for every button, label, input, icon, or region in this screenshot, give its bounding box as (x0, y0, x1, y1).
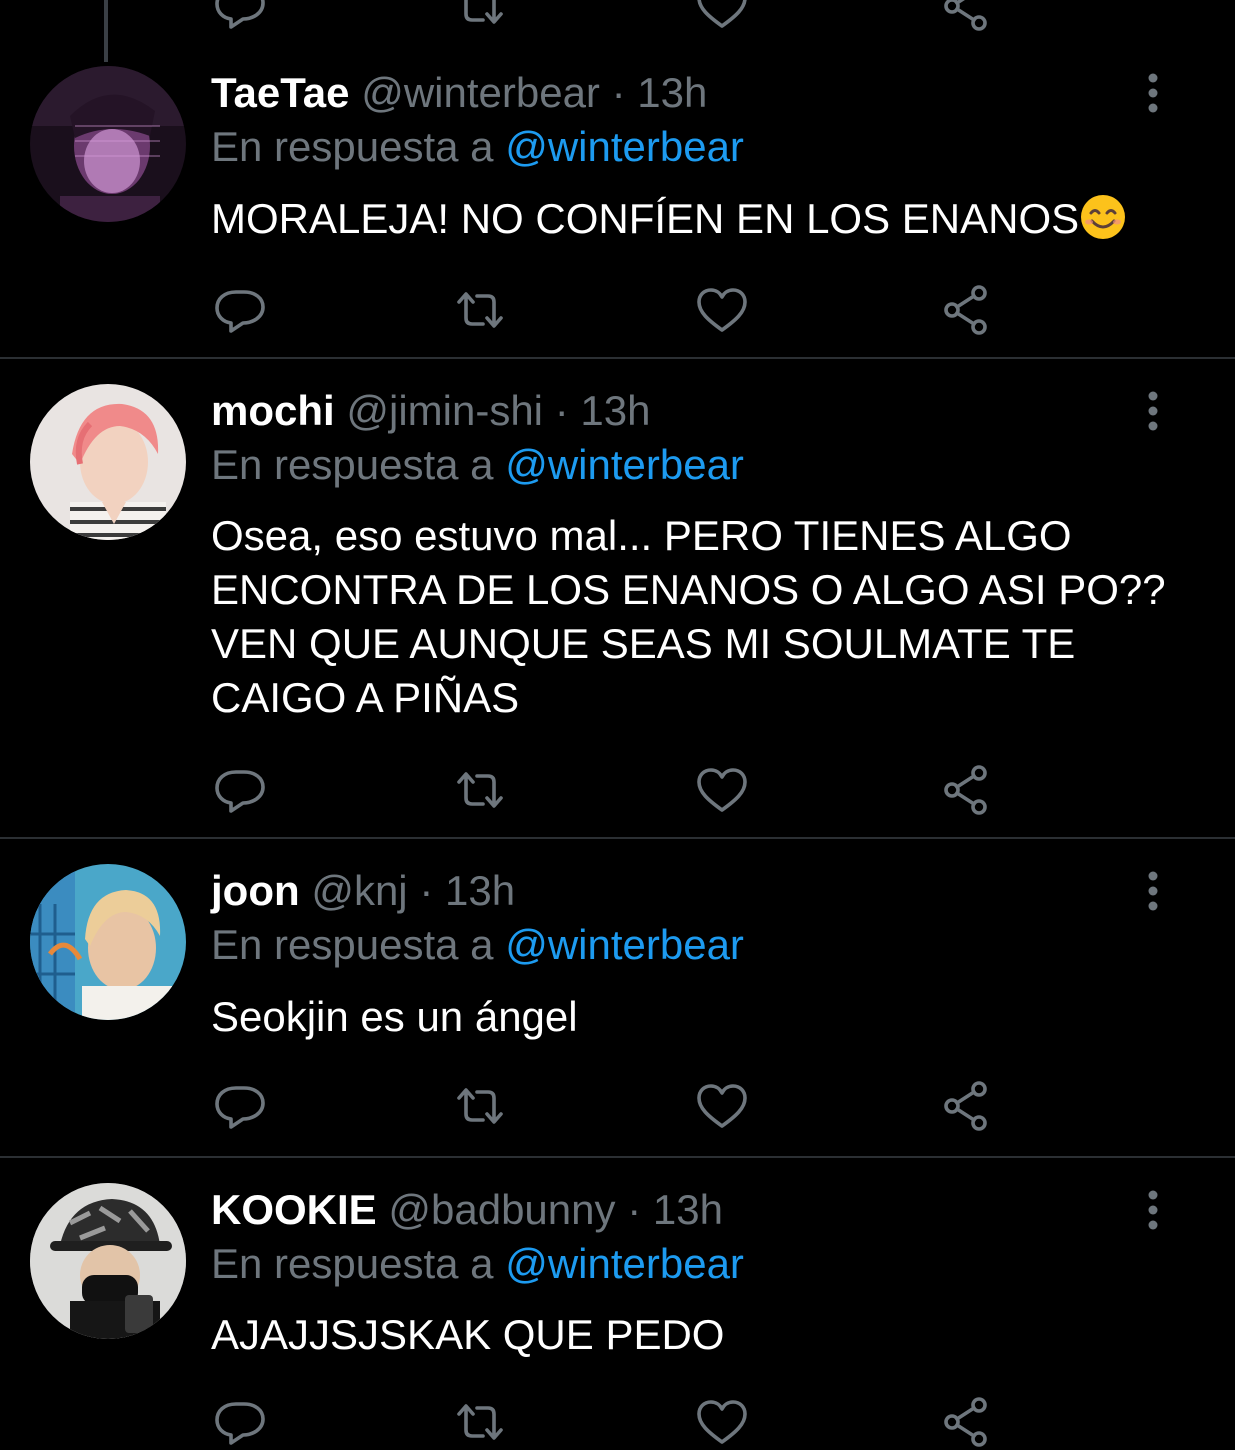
retweet-icon[interactable] (452, 1394, 508, 1450)
like-icon[interactable] (694, 1078, 750, 1134)
retweet-icon[interactable] (452, 762, 508, 818)
avatar-blond-portrait (30, 864, 186, 1020)
reply-prefix: En respuesta a (211, 123, 494, 170)
avatar[interactable] (30, 384, 186, 540)
reply-icon[interactable] (212, 762, 268, 818)
reply-icon[interactable] (212, 1078, 268, 1134)
reply-mention-link[interactable]: @winterbear (505, 921, 744, 968)
share-icon[interactable] (938, 1394, 994, 1450)
tweet-text: MORALEJA! NO CONFÍEN EN LOS ENANOS (211, 192, 1171, 246)
reply-mention-link[interactable]: @winterbear (505, 1240, 744, 1287)
avatar-purple-portrait (30, 66, 186, 222)
share-icon[interactable] (938, 282, 994, 338)
separator-dot: · (611, 69, 626, 116)
reply-icon[interactable] (212, 282, 268, 338)
tweet-actions (0, 282, 1235, 338)
tweet-text: Osea, eso estuvo mal... PERO TIENES ALGO… (211, 512, 1166, 721)
display-name[interactable]: TaeTae (211, 69, 350, 116)
like-icon[interactable] (694, 282, 750, 338)
reply-prefix: En respuesta a (211, 1240, 494, 1287)
share-icon[interactable] (938, 762, 994, 818)
tweet-header: KOOKIE @badbunny · 13h (211, 1185, 723, 1235)
tweet-header: TaeTae @winterbear · 13h (211, 68, 707, 118)
tweet-item[interactable]: mochi @jimin-shi · 13h En respuesta a @w… (0, 359, 1235, 839)
reply-icon[interactable] (212, 1394, 268, 1450)
separator-dot: · (554, 387, 569, 434)
tweet-item[interactable]: TaeTae @winterbear · 13h En respuesta a … (0, 0, 1235, 359)
share-icon[interactable] (938, 1078, 994, 1134)
reply-prefix: En respuesta a (211, 441, 494, 488)
avatar[interactable] (30, 864, 186, 1020)
more-options-icon[interactable] (1141, 73, 1165, 113)
reply-context: En respuesta a @winterbear (211, 920, 744, 970)
reply-mention-link[interactable]: @winterbear (505, 123, 744, 170)
tweet-body: MORALEJA! NO CONFÍEN EN LOS ENANOS (211, 195, 1080, 242)
timestamp[interactable]: 13h (653, 1186, 723, 1233)
reply-context: En respuesta a @winterbear (211, 1239, 744, 1289)
more-options-icon[interactable] (1141, 871, 1165, 911)
timestamp[interactable]: 13h (637, 69, 707, 116)
avatar-bucket-hat-portrait (30, 1183, 186, 1339)
user-handle[interactable]: @winterbear (361, 69, 600, 116)
display-name[interactable]: joon (211, 867, 300, 914)
like-icon[interactable] (694, 762, 750, 818)
separator-dot: · (627, 1186, 642, 1233)
tweet-text: Seokjin es un ángel (211, 993, 578, 1040)
tweet-item[interactable]: KOOKIE @badbunny · 13h En respuesta a @w… (0, 1158, 1235, 1450)
tweet-actions (0, 1078, 1235, 1134)
reply-prefix: En respuesta a (211, 921, 494, 968)
display-name[interactable]: mochi (211, 387, 335, 434)
reply-context: En respuesta a @winterbear (211, 440, 744, 490)
avatar-pink-hair-portrait (30, 384, 186, 540)
tweet-actions (0, 762, 1235, 818)
display-name[interactable]: KOOKIE (211, 1186, 377, 1233)
timestamp[interactable]: 13h (445, 867, 515, 914)
user-handle[interactable]: @badbunny (388, 1186, 615, 1233)
more-options-icon[interactable] (1141, 1190, 1165, 1230)
avatar[interactable] (30, 1183, 186, 1339)
reply-context: En respuesta a @winterbear (211, 122, 744, 172)
avatar[interactable] (30, 66, 186, 222)
timestamp[interactable]: 13h (580, 387, 650, 434)
retweet-icon[interactable] (452, 282, 508, 338)
user-handle[interactable]: @knj (311, 867, 407, 914)
reply-mention-link[interactable]: @winterbear (505, 441, 744, 488)
tweet-text: AJAJJSJSKAK QUE PEDO (211, 1311, 725, 1358)
separator-dot: · (419, 867, 434, 914)
more-options-icon[interactable] (1141, 391, 1165, 431)
user-handle[interactable]: @jimin-shi (346, 387, 543, 434)
tweet-item[interactable]: joon @knj · 13h En respuesta a @winterbe… (0, 839, 1235, 1158)
tweet-header: joon @knj · 13h (211, 866, 515, 916)
retweet-icon[interactable] (452, 1078, 508, 1134)
smiling-face-emoji-icon (1081, 195, 1126, 239)
like-icon[interactable] (694, 1394, 750, 1450)
tweet-actions (0, 1394, 1235, 1450)
tweet-header: mochi @jimin-shi · 13h (211, 386, 650, 436)
